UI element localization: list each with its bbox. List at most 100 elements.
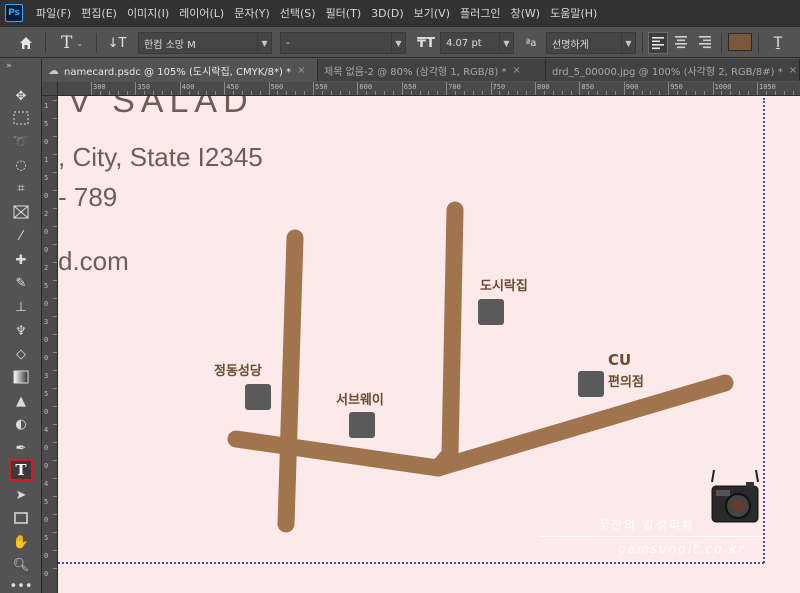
- gradient-tool-icon[interactable]: [9, 366, 33, 388]
- menu-3d[interactable]: 3D(D): [366, 7, 409, 20]
- ruler-minor-tick: [455, 91, 457, 95]
- ruler-minor-tick: [53, 280, 57, 281]
- type-tool-icon[interactable]: T: [9, 459, 33, 481]
- more-tools-icon[interactable]: •••: [9, 575, 33, 593]
- collapse-panel-icon[interactable]: »: [6, 61, 12, 71]
- label-convenience-store[interactable]: 편의점: [608, 371, 644, 390]
- marker-cu[interactable]: [578, 371, 604, 397]
- bleed-guide-bottom: [58, 562, 764, 564]
- label-cathedral[interactable]: 정동성당: [214, 360, 262, 379]
- menu-edit[interactable]: 편집(E): [76, 5, 122, 21]
- close-icon[interactable]: ×: [512, 65, 520, 76]
- marker-cathedral[interactable]: [245, 384, 271, 410]
- brush-tool-icon[interactable]: ✎: [9, 272, 33, 294]
- cloud-icon: ☁: [48, 63, 59, 77]
- ruler-top-label: 850: [581, 83, 595, 91]
- ruler-minor-tick: [641, 91, 643, 95]
- label-subway[interactable]: 서브웨이: [336, 389, 384, 408]
- menu-file[interactable]: 파일(F): [31, 5, 76, 21]
- ruler-minor-tick: [53, 262, 57, 263]
- label-cu[interactable]: CU: [608, 351, 631, 369]
- marquee-tool-icon[interactable]: [9, 107, 33, 129]
- text-color-swatch[interactable]: [728, 33, 752, 51]
- align-right-button[interactable]: [696, 32, 716, 54]
- document-tabs: ☁ namecard.psdc @ 105% (도시락집, CMYK/8*) *…: [42, 59, 800, 81]
- quick-select-tool-icon[interactable]: ◌: [9, 154, 33, 176]
- type-tool-preset-icon[interactable]: T ⌄: [56, 32, 88, 54]
- ruler-minor-tick: [508, 91, 510, 95]
- menu-plugins[interactable]: 플러그인: [455, 5, 505, 21]
- ruler-minor-tick: [53, 298, 57, 299]
- menu-type[interactable]: 문자(Y): [229, 5, 275, 21]
- tab-drd-5[interactable]: drd_5_00000.jpg @ 100% (사각형 2, RGB/8#) *…: [546, 59, 800, 81]
- align-left-button[interactable]: [648, 32, 668, 54]
- menu-window[interactable]: 창(W): [505, 5, 545, 21]
- zoom-tool-icon[interactable]: 🔍︎: [9, 554, 33, 576]
- menu-filter[interactable]: 필터(T): [321, 5, 367, 21]
- card-website[interactable]: d.com: [58, 246, 129, 277]
- menu-view[interactable]: 보기(V): [409, 5, 455, 21]
- dodge-tool-icon[interactable]: ◐: [9, 413, 33, 435]
- close-icon[interactable]: ×: [297, 65, 305, 76]
- ruler-corner[interactable]: [42, 82, 58, 96]
- text-orientation-icon[interactable]: ↓T: [104, 32, 130, 54]
- clone-stamp-tool-icon[interactable]: ⊥: [9, 296, 33, 318]
- ruler-minor-tick: [197, 91, 199, 95]
- home-icon[interactable]: [14, 32, 38, 54]
- ruler-minor-tick: [259, 91, 261, 95]
- ruler-top-label: 500: [270, 83, 284, 91]
- ruler-left-label: 0: [44, 228, 49, 236]
- antialias-select[interactable]: 선명하게 ▼: [546, 32, 636, 54]
- menu-image[interactable]: 이미지(I): [122, 5, 174, 21]
- menu-layer[interactable]: 레이어(L): [174, 5, 229, 21]
- ruler-minor-tick: [463, 91, 465, 95]
- healing-brush-tool-icon[interactable]: ✚: [9, 249, 33, 271]
- tab-untitled-2[interactable]: 제목 없음-2 @ 80% (삼각형 1, RGB/8) * ×: [318, 59, 546, 81]
- frame-tool-icon[interactable]: [9, 201, 33, 223]
- pen-tool-icon[interactable]: ✒: [9, 437, 33, 459]
- ruler-minor-tick: [304, 91, 306, 95]
- rectangle-tool-icon[interactable]: [9, 507, 33, 529]
- label-dosirak[interactable]: 도시락집: [480, 275, 528, 294]
- marker-dosirak[interactable]: [478, 299, 504, 325]
- history-brush-tool-icon[interactable]: ♆: [9, 320, 33, 342]
- ruler-left-label: 0: [44, 552, 49, 560]
- ruler-left-label: 0: [44, 516, 49, 524]
- options-divider: [45, 33, 46, 53]
- card-phone[interactable]: - 789: [58, 182, 117, 213]
- tab-label: drd_5_00000.jpg @ 100% (사각형 2, RGB/8#) *: [552, 66, 783, 78]
- ruler-left-label: 0: [44, 408, 49, 416]
- road-horizontal-left: [227, 430, 447, 477]
- lasso-tool-icon[interactable]: ➰: [9, 131, 33, 153]
- card-business-name[interactable]: V SALAD: [68, 96, 254, 121]
- close-icon[interactable]: ×: [789, 65, 797, 76]
- eyedropper-tool-icon[interactable]: ⁄: [9, 225, 33, 247]
- ruler-minor-tick: [570, 91, 572, 95]
- warp-text-icon[interactable]: Ṯ: [766, 32, 790, 54]
- ruler-minor-tick: [375, 91, 377, 95]
- font-style-select[interactable]: - ▼: [280, 32, 406, 54]
- eraser-tool-icon[interactable]: ◇: [9, 343, 33, 365]
- ruler-top-label: 300: [93, 83, 106, 91]
- blur-tool-icon[interactable]: ▲: [9, 390, 33, 412]
- tab-namecard[interactable]: ☁ namecard.psdc @ 105% (도시락집, CMYK/8*) *…: [42, 59, 318, 81]
- ruler-minor-tick: [685, 91, 687, 95]
- ruler-left[interactable]: 1 5 0 1 5 0 2 0 0 2 5 0 3 0 0 3 5 0 4 0 0 4 5 0 5 0 0: [42, 96, 58, 593]
- align-center-button[interactable]: [672, 32, 692, 54]
- menu-help[interactable]: 도움말(H): [545, 5, 602, 21]
- ruler-minor-tick: [277, 91, 279, 95]
- hand-tool-icon[interactable]: ✋: [9, 531, 33, 553]
- card-address[interactable]: , City, State I2345: [58, 142, 263, 173]
- options-divider: [642, 33, 643, 53]
- ruler-top[interactable]: 300 350 400 450 500 550 600 650 700 750 800 850 900 9…: [58, 82, 800, 96]
- menu-select[interactable]: 선택(S): [275, 5, 321, 21]
- path-selection-tool-icon[interactable]: ➤: [9, 484, 33, 506]
- ruler-minor-tick: [206, 91, 208, 95]
- font-size-input[interactable]: 4.07 pt ▼: [440, 32, 514, 54]
- ruler-minor-tick: [286, 91, 288, 95]
- ruler-major-tick: [668, 82, 670, 95]
- crop-tool-icon[interactable]: ⌗: [9, 177, 33, 199]
- font-family-select[interactable]: 한컴 소망 M ▼: [138, 32, 272, 54]
- marker-subway[interactable]: [349, 412, 375, 438]
- move-tool-icon[interactable]: ✥: [9, 85, 33, 107]
